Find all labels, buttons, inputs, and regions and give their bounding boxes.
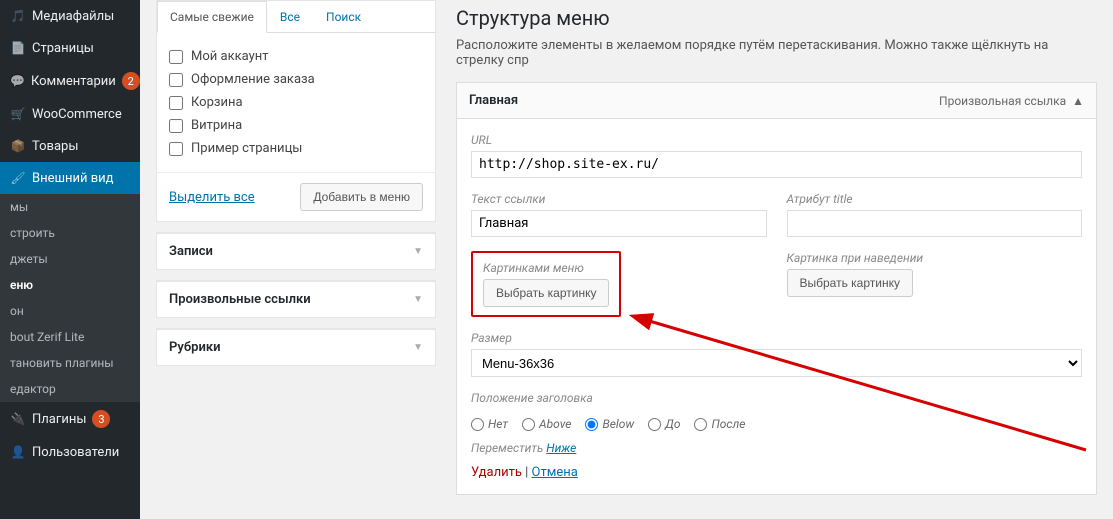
chevron-up-icon: ▲ [1072,94,1084,108]
sidebar-item-pages[interactable]: Страницы [0,32,140,64]
sidebar-item-appearance[interactable]: Внешний вид [0,162,140,194]
highlighted-box: Картинками меню Выбрать картинку [471,251,621,317]
sidebar-item-plugins[interactable]: Плагины3 [0,402,140,436]
url-input[interactable] [471,151,1082,178]
accordion-links[interactable]: Произвольные ссылки▼ [156,280,436,318]
page-checkbox[interactable] [169,73,183,87]
plug-icon [10,411,26,427]
page-checkbox-row[interactable]: Пример страницы [169,137,423,160]
select-all-link[interactable]: Выделить все [169,190,255,205]
plugins-badge: 3 [92,410,110,428]
tab-all[interactable]: Все [267,1,313,33]
page-checkbox-row[interactable]: Мой аккаунт [169,45,423,68]
add-to-menu-button[interactable]: Добавить в меню [300,183,423,211]
radio-before[interactable]: До [648,417,680,431]
submenu-widgets[interactable]: джеты [0,246,140,272]
page-checkbox-row[interactable]: Корзина [169,91,423,114]
pages-panel: Самые свежие Все Поиск Мой аккаунт Оформ… [156,0,436,222]
media-icon [10,8,26,24]
comments-badge: 2 [122,72,140,90]
menu-item: Главная Произвольная ссылка ▲ URL Текст с… [456,82,1097,495]
url-label: URL [471,133,1082,147]
hover-image-label: Картинка при наведении [787,251,1083,265]
delete-link[interactable]: Удалить [471,465,522,480]
sidebar-item-comments[interactable]: Комментарии2 [0,64,140,98]
title-position-label: Положение заголовка [471,391,1082,405]
submenu-editor[interactable]: едактор [0,376,140,402]
page-checkbox-row[interactable]: Витрина [169,114,423,137]
submenu-about[interactable]: bout Zerif Lite [0,324,140,350]
menu-item-type: Произвольная ссылка [939,94,1066,108]
page-checkbox[interactable] [169,50,183,64]
pages-tabs: Самые свежие Все Поиск [157,1,435,33]
title-attr-input[interactable] [787,210,1083,237]
size-select[interactable]: Menu-36x36 [471,349,1082,377]
choose-image-button[interactable]: Выбрать картинку [483,279,609,307]
page-checkbox[interactable] [169,119,183,133]
sidebar-item-woocommerce[interactable]: WooCommerce [0,98,140,130]
page-checkbox-row[interactable]: Оформление заказа [169,68,423,91]
tab-search[interactable]: Поиск [313,1,374,33]
radio-above[interactable]: Above [522,417,571,431]
move-row: Переместить Ниже [471,441,1082,455]
page-icon [10,40,26,56]
size-label: Размер [471,331,1082,345]
menu-image-label: Картинками меню [483,261,609,275]
submenu-themes[interactable]: мы [0,194,140,220]
sidebar-submenu: мы строить джеты еню он bout Zerif Lite … [0,194,140,402]
admin-sidebar: Медиафайлы Страницы Комментарии2 WooComm… [0,0,140,519]
sidebar-item-products[interactable]: Товары [0,130,140,162]
radio-below[interactable]: Below [585,417,634,431]
menu-item-header[interactable]: Главная Произвольная ссылка ▲ [457,83,1096,119]
link-text-input[interactable] [471,210,767,237]
submenu-menus[interactable]: еню [0,272,140,298]
submenu-customize[interactable]: строить [0,220,140,246]
page-checkbox[interactable] [169,142,183,156]
chevron-down-icon: ▼ [413,342,423,353]
submenu-install-plugins[interactable]: тановить плагины [0,350,140,376]
accordion-categories[interactable]: Рубрики▼ [156,328,436,366]
sidebar-item-users[interactable]: Пользователи [0,436,140,468]
page-title: Структура меню [456,6,1097,30]
sidebar-item-media[interactable]: Медиафайлы [0,0,140,32]
choose-hover-image-button[interactable]: Выбрать картинку [787,269,913,297]
cart-icon [10,106,26,122]
page-checkbox[interactable] [169,96,183,110]
chevron-down-icon: ▼ [413,246,423,257]
submenu-background[interactable]: он [0,298,140,324]
title-attr-label: Атрибут title [787,192,1083,206]
tag-icon [10,138,26,154]
move-down-link[interactable]: Ниже [546,441,576,455]
tab-recent[interactable]: Самые свежие [157,1,267,33]
page-description: Расположите элементы в желаемом порядке … [456,38,1097,68]
radio-after[interactable]: После [694,417,745,431]
link-text-label: Текст ссылки [471,192,767,206]
cancel-link[interactable]: Отмена [532,465,578,480]
accordion-posts[interactable]: Записи▼ [156,232,436,270]
radio-none[interactable]: Нет [471,417,508,431]
user-icon [10,444,26,460]
chevron-down-icon: ▼ [413,294,423,305]
brush-icon [10,170,26,186]
title-position-radios: Нет Above Below До После [471,413,1082,431]
comment-icon [10,73,25,89]
menu-item-title: Главная [469,93,518,108]
